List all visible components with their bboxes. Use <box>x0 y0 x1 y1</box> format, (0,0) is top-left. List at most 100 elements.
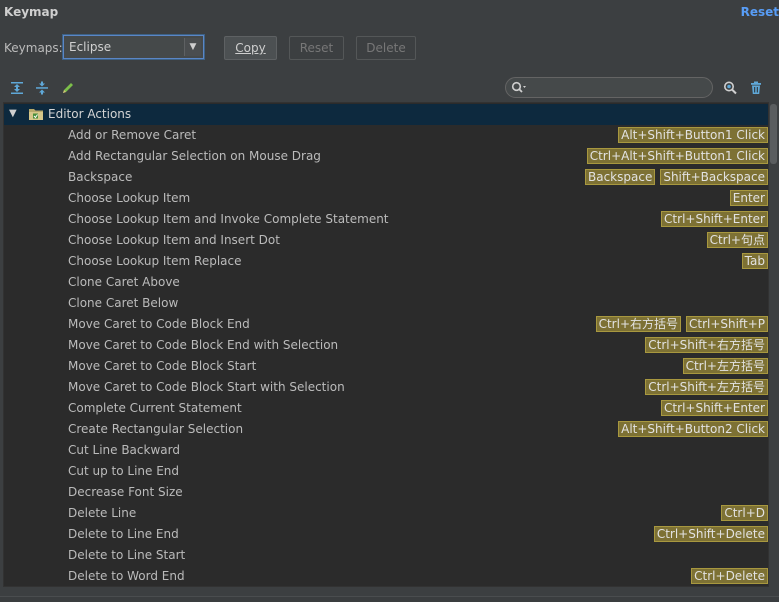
action-label: Delete Line <box>68 506 137 520</box>
table-row[interactable]: Cut up to Line End <box>4 461 768 482</box>
table-row[interactable]: Move Caret to Code Block End with Select… <box>4 335 768 356</box>
action-label: Delete to Line Start <box>68 548 186 562</box>
shortcut-group: Alt+Shift+Button2 Click <box>618 421 768 437</box>
action-label: Backspace <box>68 170 133 184</box>
action-label: Choose Lookup Item Replace <box>68 254 242 268</box>
table-row[interactable]: Decrease Font Size <box>4 482 768 503</box>
shortcut-group: Ctrl+Shift+右方括号 <box>645 337 768 353</box>
search-input[interactable] <box>532 80 702 95</box>
action-label: Move Caret to Code Block End <box>68 317 250 331</box>
bottom-divider <box>0 596 779 602</box>
delete-button[interactable]: Delete <box>356 36 416 60</box>
find-shortcut-icon[interactable] <box>722 80 738 96</box>
shortcut-group: Ctrl+句点 <box>706 232 768 248</box>
shortcut-group: Ctrl+Shift+Delete <box>653 526 768 542</box>
shortcut-badge: Ctrl+Shift+Delete <box>653 526 768 542</box>
table-row[interactable]: Delete to Line Start <box>4 545 768 566</box>
keymap-tree[interactable]: ▼ Editor Actions Add or Remove Caret Alt+… <box>3 102 769 587</box>
shortcut-group: Ctrl+左方括号 <box>682 358 768 374</box>
table-row[interactable]: Delete to Line End Ctrl+Shift+Delete <box>4 524 768 545</box>
table-row[interactable]: Add or Remove Caret Alt+Shift+Button1 Cli… <box>4 125 768 146</box>
shortcut-badge: Alt+Shift+Button2 Click <box>618 421 768 437</box>
keymap-selected-value: Eclipse <box>69 40 112 54</box>
edit-pencil-icon[interactable] <box>60 80 76 96</box>
search-icon[interactable] <box>511 81 527 95</box>
table-row[interactable]: Complete Current Statement Ctrl+Shift+Ent… <box>4 398 768 419</box>
action-label: Add Rectangular Selection on Mouse Drag <box>68 149 321 163</box>
collapse-all-icon[interactable] <box>34 80 50 96</box>
search-box[interactable] <box>505 77 713 98</box>
shortcut-badge: Ctrl+右方括号 <box>595 316 682 332</box>
trash-icon[interactable] <box>748 80 764 96</box>
shortcut-badge: Shift+Backspace <box>660 169 768 185</box>
shortcut-badge: Ctrl+Alt+Shift+Button1 Click <box>586 148 768 164</box>
table-row[interactable]: Choose Lookup Item Replace Tab <box>4 251 768 272</box>
table-row[interactable]: Clone Caret Below <box>4 293 768 314</box>
shortcut-group: Tab <box>741 253 768 269</box>
vertical-scrollbar[interactable] <box>769 102 779 587</box>
table-row[interactable]: Clone Caret Above <box>4 272 768 293</box>
action-label: Move Caret to Code Block End with Select… <box>68 338 339 352</box>
tree-group-editor-actions[interactable]: ▼ Editor Actions <box>4 104 768 125</box>
shortcut-group: Alt+Shift+Button1 Click <box>618 127 768 143</box>
shortcut-group: Ctrl+D <box>721 505 768 521</box>
shortcut-badge: Ctrl+Shift+左方括号 <box>645 379 768 395</box>
table-row[interactable]: Delete Line Ctrl+D <box>4 503 768 524</box>
table-row[interactable]: Delete to Word End Ctrl+Delete <box>4 566 768 586</box>
shortcut-group: Enter <box>729 190 768 206</box>
action-label: Delete to Line End <box>68 527 179 541</box>
expand-triangle-icon[interactable]: ▼ <box>9 109 17 119</box>
action-label: Decrease Font Size <box>68 485 183 499</box>
shortcut-badge: Ctrl+Shift+P <box>686 316 768 332</box>
shortcut-badge: Ctrl+D <box>721 505 768 521</box>
action-label: Cut Line Backward <box>68 443 180 457</box>
action-label: Add or Remove Caret <box>68 128 197 142</box>
page-title: Keymap <box>4 5 59 19</box>
shortcut-badge: Ctrl+Shift+Enter <box>661 400 768 416</box>
scrollbar-thumb[interactable] <box>770 104 777 164</box>
action-label: Create Rectangular Selection <box>68 422 244 436</box>
header: Keymap Reset <box>0 0 779 26</box>
chevron-down-icon[interactable]: ▼ <box>184 38 201 56</box>
action-label: Choose Lookup Item and Insert Dot <box>68 233 280 247</box>
shortcut-badge: Tab <box>741 253 768 269</box>
shortcut-badge: Enter <box>729 190 768 206</box>
shortcut-badge: Ctrl+Shift+右方括号 <box>645 337 768 353</box>
shortcut-group: Ctrl+Delete <box>691 568 768 584</box>
table-row[interactable]: Choose Lookup Item and Invoke Complete S… <box>4 209 768 230</box>
reset-link[interactable]: Reset <box>741 5 779 19</box>
table-row[interactable]: Create Rectangular Selection Alt+Shift+Bu… <box>4 419 768 440</box>
toolbar <box>0 76 779 100</box>
action-label: Choose Lookup Item <box>68 191 191 205</box>
table-row[interactable]: Cut Line Backward <box>4 440 768 461</box>
table-row[interactable]: Add Rectangular Selection on Mouse Drag C… <box>4 146 768 167</box>
action-label: Move Caret to Code Block Start with Sele… <box>68 380 345 394</box>
shortcut-badge: Ctrl+左方括号 <box>682 358 768 374</box>
keymaps-label: Keymaps: <box>4 41 63 55</box>
table-row[interactable]: Choose Lookup Item Enter <box>4 188 768 209</box>
keymap-select[interactable]: Eclipse ▼ <box>63 35 204 59</box>
shortcut-group: Ctrl+Alt+Shift+Button1 Click <box>586 148 768 164</box>
table-row[interactable]: Move Caret to Code Block Start Ctrl+左方括号 <box>4 356 768 377</box>
reset-button[interactable]: Reset <box>289 36 344 60</box>
action-label: Clone Caret Below <box>68 296 179 310</box>
table-row[interactable]: Move Caret to Code Block End Ctrl+右方括号 Ctr… <box>4 314 768 335</box>
table-row[interactable]: Choose Lookup Item and Insert Dot Ctrl+句点 <box>4 230 768 251</box>
copy-button[interactable]: Copy <box>224 36 277 60</box>
shortcut-badge: Ctrl+句点 <box>706 232 768 248</box>
action-label: Choose Lookup Item and Invoke Complete S… <box>68 212 389 226</box>
folder-icon <box>28 107 44 121</box>
action-label: Cut up to Line End <box>68 464 180 478</box>
shortcut-group: Ctrl+Shift+Enter <box>661 211 768 227</box>
shortcut-group: Ctrl+Shift+Enter <box>661 400 768 416</box>
table-row[interactable]: Backspace Backspace Shift+Backspace <box>4 167 768 188</box>
shortcut-group: Ctrl+右方括号 Ctrl+Shift+P <box>595 316 768 332</box>
shortcut-badge: Alt+Shift+Button1 Click <box>618 127 768 143</box>
action-label: Complete Current Statement <box>68 401 242 415</box>
expand-all-icon[interactable] <box>9 80 25 96</box>
shortcut-badge: Ctrl+Shift+Enter <box>661 211 768 227</box>
action-label: Clone Caret Above <box>68 275 180 289</box>
shortcut-badge: Ctrl+Delete <box>691 568 768 584</box>
action-label: Delete to Word End <box>68 569 185 583</box>
table-row[interactable]: Move Caret to Code Block Start with Sele… <box>4 377 768 398</box>
